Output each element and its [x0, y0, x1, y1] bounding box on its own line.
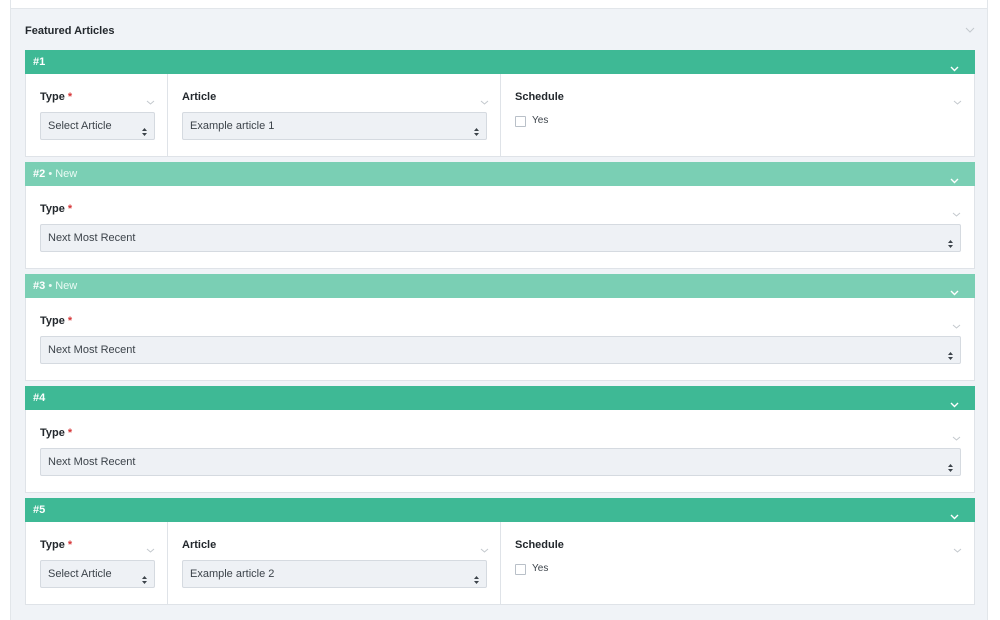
- chevron-down-icon[interactable]: [965, 27, 975, 37]
- item-header-bar[interactable]: #4: [25, 386, 975, 410]
- sort-arrows-icon: [947, 345, 954, 360]
- schedule-label: Schedule: [515, 539, 564, 551]
- article-select[interactable]: Example article 1: [182, 112, 487, 140]
- chevron-down-icon[interactable]: [480, 94, 489, 108]
- schedule-cell: Schedule Yes: [501, 74, 974, 156]
- type-label: Type *: [40, 203, 73, 215]
- sort-arrows-icon: [141, 569, 148, 584]
- featured-item-5: #5 Type * Select Article Article Example…: [25, 498, 975, 605]
- article-select[interactable]: Example article 2: [182, 560, 487, 588]
- item-title: #2: [33, 168, 46, 180]
- featured-item-4: #4 Type * Next Most Recent: [25, 386, 975, 493]
- article-label: Article: [182, 539, 217, 551]
- item-body: Type * Select Article Article Example ar…: [25, 522, 975, 605]
- chevron-down-icon[interactable]: [146, 542, 155, 556]
- type-cell: Type * Select Article: [26, 522, 168, 604]
- item-body: Type * Next Most Recent: [25, 186, 975, 269]
- type-label: Type *: [40, 91, 73, 103]
- new-tag: • New: [48, 280, 78, 292]
- sort-arrows-icon: [473, 569, 480, 584]
- type-select[interactable]: Next Most Recent: [40, 448, 961, 476]
- schedule-yes-label: Yes: [532, 115, 549, 126]
- item-title: #1: [33, 56, 46, 68]
- chevron-down-icon[interactable]: [952, 318, 961, 332]
- chevron-down-icon[interactable]: [953, 542, 962, 556]
- item-title: #4: [33, 392, 46, 404]
- chevron-down-icon[interactable]: [952, 430, 961, 444]
- type-cell: Type * Select Article: [26, 74, 168, 156]
- featured-item-1: #1 Type * Select Article Article Example…: [25, 50, 975, 157]
- item-header-bar[interactable]: #1: [25, 50, 975, 74]
- sort-arrows-icon: [947, 457, 954, 472]
- item-title: #3: [33, 280, 46, 292]
- chevron-down-icon[interactable]: [146, 94, 155, 108]
- sort-arrows-icon: [473, 121, 480, 136]
- schedule-checkbox[interactable]: [515, 116, 526, 127]
- article-cell: Article Example article 1: [168, 74, 501, 156]
- item-header-bar[interactable]: #3 • New: [25, 274, 975, 298]
- featured-item-3: #3 • New Type * Next Most Recent: [25, 274, 975, 381]
- new-tag: • New: [48, 168, 78, 180]
- top-edge: [10, 0, 988, 8]
- schedule-cell: Schedule Yes: [501, 522, 974, 604]
- type-select[interactable]: Select Article: [40, 112, 155, 140]
- section-title: Featured Articles: [25, 25, 115, 37]
- chevron-down-icon[interactable]: [952, 206, 961, 220]
- article-label: Article: [182, 91, 217, 103]
- schedule-yes-label: Yes: [532, 563, 549, 574]
- item-body: Type * Next Most Recent: [25, 298, 975, 381]
- item-title: #5: [33, 504, 46, 516]
- type-label: Type *: [40, 315, 73, 327]
- chevron-down-icon[interactable]: [480, 542, 489, 556]
- chevron-down-icon[interactable]: [953, 94, 962, 108]
- type-select[interactable]: Next Most Recent: [40, 224, 961, 252]
- item-header-bar[interactable]: #2 • New: [25, 162, 975, 186]
- item-body: Type * Select Article Article Example ar…: [25, 74, 975, 157]
- featured-item-2: #2 • New Type * Next Most Recent: [25, 162, 975, 269]
- section-header: Featured Articles: [25, 23, 975, 43]
- item-body: Type * Next Most Recent: [25, 410, 975, 493]
- type-label: Type *: [40, 427, 73, 439]
- sort-arrows-icon: [141, 121, 148, 136]
- schedule-checkbox[interactable]: [515, 564, 526, 575]
- type-select[interactable]: Select Article: [40, 560, 155, 588]
- article-cell: Article Example article 2: [168, 522, 501, 604]
- type-select[interactable]: Next Most Recent: [40, 336, 961, 364]
- schedule-label: Schedule: [515, 91, 564, 103]
- type-label: Type *: [40, 539, 73, 551]
- item-header-bar[interactable]: #5: [25, 498, 975, 522]
- sort-arrows-icon: [947, 233, 954, 248]
